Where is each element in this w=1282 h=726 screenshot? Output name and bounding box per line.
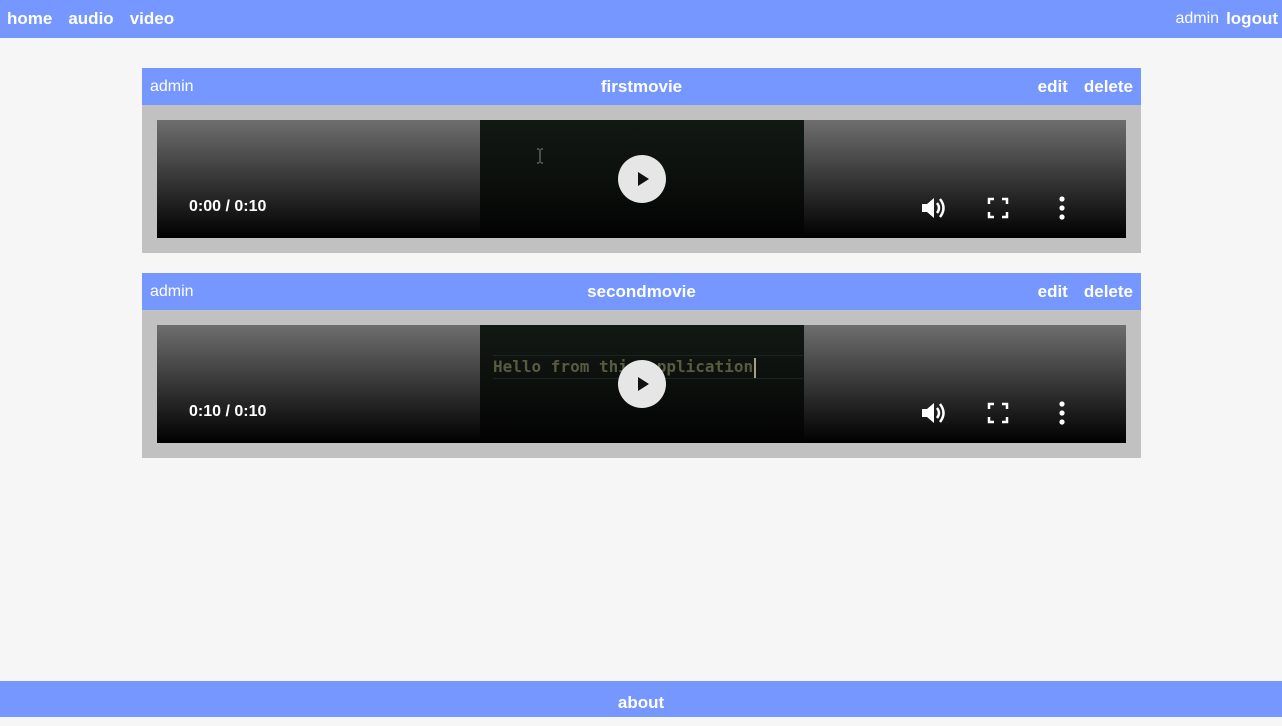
top-navbar: home audio video admin logout	[0, 0, 1282, 38]
play-button[interactable]	[618, 360, 666, 408]
video-card: admin secondmovie edit delete Hello from…	[142, 273, 1141, 458]
fullscreen-icon[interactable]	[983, 193, 1013, 223]
nav-home-link[interactable]: home	[7, 9, 52, 29]
video-title: firstmovie	[600, 77, 683, 96]
fullscreen-icon[interactable]	[983, 398, 1013, 428]
video-time: 0:00 / 0:10	[189, 198, 267, 215]
user-area: admin logout	[1176, 0, 1279, 38]
play-icon	[638, 172, 649, 186]
play-icon	[638, 377, 649, 391]
about-link[interactable]: about	[618, 693, 664, 712]
more-vert-icon[interactable]	[1047, 193, 1077, 223]
logout-link[interactable]: logout	[1226, 9, 1278, 29]
nav-video-link[interactable]: video	[130, 9, 174, 29]
footer: about	[0, 681, 1282, 717]
delete-link[interactable]: delete	[1084, 273, 1133, 310]
more-vert-icon[interactable]	[1047, 398, 1077, 428]
play-button[interactable]	[618, 155, 666, 203]
main-nav: home audio video	[7, 0, 190, 38]
edit-link[interactable]: edit	[1038, 68, 1068, 105]
video-card-header: admin secondmovie edit delete	[142, 273, 1141, 310]
delete-link[interactable]: delete	[1084, 68, 1133, 105]
text-caret	[754, 357, 757, 378]
video-time: 0:10 / 0:10	[189, 403, 267, 420]
current-user: admin	[1175, 10, 1220, 27]
text-cursor-icon	[537, 148, 543, 164]
video-actions: edit delete	[1022, 273, 1133, 310]
video-card: admin firstmovie edit delete 0:00 / 0:10	[142, 68, 1141, 253]
video-actions: edit delete	[1022, 68, 1133, 105]
video-card-header: admin firstmovie edit delete	[142, 68, 1141, 105]
video-title: secondmovie	[587, 282, 696, 301]
nav-audio-link[interactable]: audio	[68, 9, 113, 29]
volume-icon[interactable]	[918, 398, 948, 428]
video-player[interactable]: 0:00 / 0:10	[157, 120, 1126, 238]
video-player[interactable]: Hello from this application 0:10 / 0:10	[157, 325, 1126, 443]
edit-link[interactable]: edit	[1038, 273, 1068, 310]
volume-icon[interactable]	[918, 193, 948, 223]
